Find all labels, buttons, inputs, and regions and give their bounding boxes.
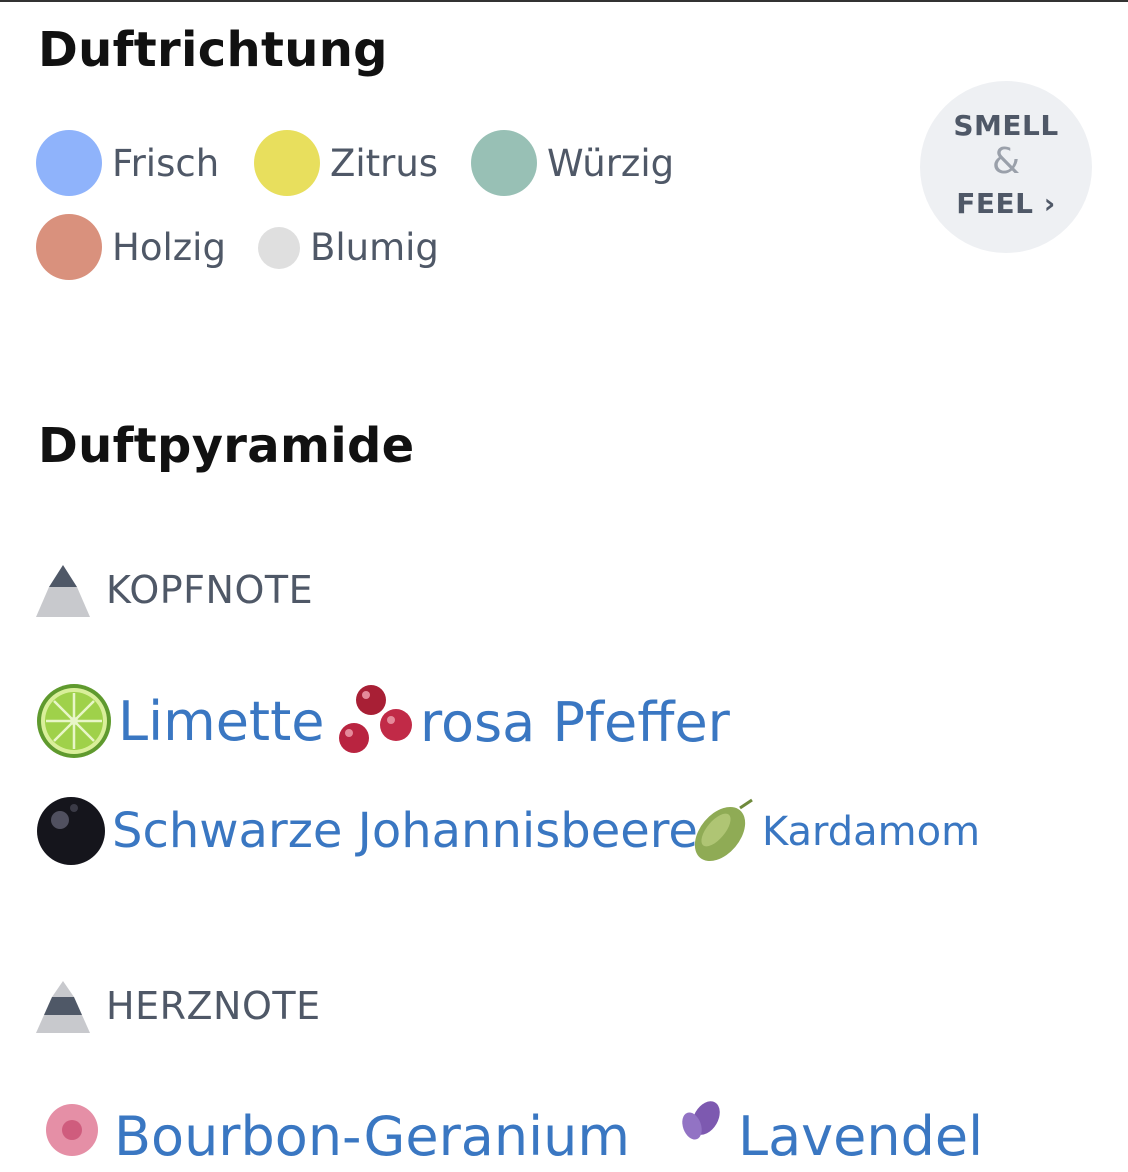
blumig-color-dot (258, 226, 300, 269)
family-label: Zitrus (330, 141, 439, 185)
frisch-color-dot (36, 130, 102, 196)
family-zitrus: Zitrus (254, 130, 438, 196)
ingredient-lavendel[interactable]: Lavendel (668, 1100, 983, 1172)
family-label: Frisch (112, 141, 220, 185)
feel-label: FEEL › (956, 187, 1056, 220)
blackcurrant-icon (37, 797, 105, 865)
family-frisch: Frisch (36, 130, 219, 196)
zitrus-color-dot (254, 130, 320, 196)
family-label: Würzig (547, 141, 675, 185)
chevron-right-icon: › (1043, 187, 1056, 220)
herznote-label: HERZNOTE (106, 984, 321, 1028)
pyramid-top-icon (36, 565, 90, 617)
cardamom-icon (694, 798, 753, 862)
kopfnote-label: KOPFNOTE (106, 568, 314, 612)
family-blumig: Blumig (258, 226, 439, 269)
family-label: Blumig (310, 226, 439, 269)
smell-and-feel-button[interactable]: SMELL & FEEL › (920, 81, 1092, 253)
pink-pepper-icon (339, 685, 412, 753)
family-wuerzig: Würzig (471, 130, 674, 196)
ingredient-limette[interactable]: Limette (36, 683, 324, 759)
geranium-icon (46, 1104, 98, 1156)
ingredient-label: Lavendel (738, 1104, 984, 1168)
pyramid-middle-icon (36, 981, 90, 1033)
ampersand: & (991, 141, 1021, 182)
ingredient-kardamom[interactable]: Kardamom (686, 798, 980, 866)
holzig-color-dot (36, 214, 102, 280)
ingredient-label: Kardamom (762, 809, 981, 855)
ingredient-schwarze-johannisbeere[interactable]: Schwarze Johannisbeere (36, 796, 698, 866)
lime-icon (37, 684, 111, 758)
ingredient-label: rosa Pfeffer (420, 690, 730, 754)
lavender-icon (682, 1101, 720, 1140)
ingredient-label: Limette (118, 689, 325, 753)
kopfnote-header: KOPFNOTE (36, 563, 313, 617)
top-divider (0, 0, 1128, 2)
ingredient-label: Schwarze Johannisbeere (112, 803, 698, 859)
herznote-header: HERZNOTE (36, 979, 321, 1033)
ingredient-bourbon-geranium[interactable]: Bourbon-Geranium (36, 1100, 630, 1172)
wuerzig-color-dot (471, 130, 537, 196)
family-holzig: Holzig (36, 214, 226, 280)
smell-label: SMELL (953, 109, 1059, 142)
section-title-duftrichtung: Duftrichtung (38, 22, 388, 78)
ingredient-rosa-pfeffer[interactable]: rosa Pfeffer (338, 683, 730, 761)
family-label: Holzig (112, 225, 226, 269)
section-title-duftpyramide: Duftpyramide (38, 418, 415, 474)
ingredient-label: Bourbon-Geranium (114, 1104, 630, 1168)
